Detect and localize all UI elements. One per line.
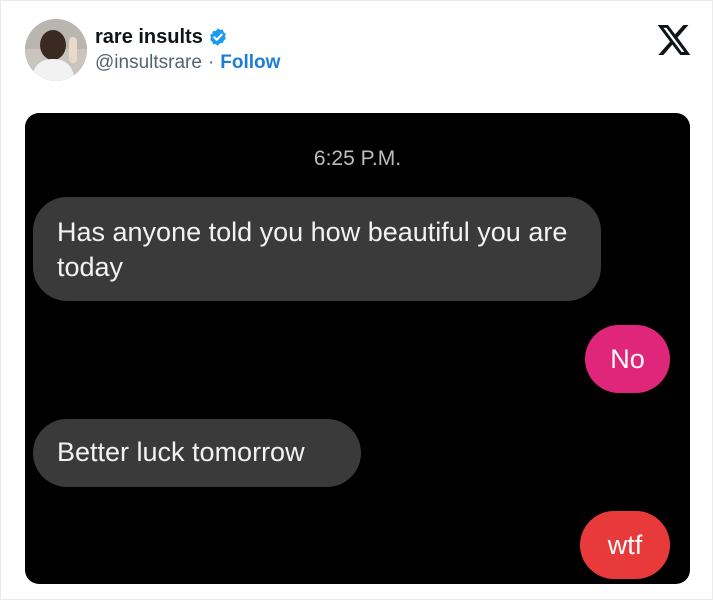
avatar-image	[25, 19, 87, 81]
follow-button[interactable]: Follow	[220, 52, 280, 74]
author-name[interactable]: rare insults	[95, 26, 203, 49]
incoming-message-bubble: Better luck tomorrow	[33, 419, 361, 487]
separator-dot: ·	[207, 52, 215, 73]
author-name-row: rare insults	[95, 24, 280, 50]
author-info: rare insults @insultsrare · Follow	[95, 24, 280, 76]
outgoing-message-bubble: wtf	[580, 511, 670, 579]
tweet-media-screenshot[interactable]: 6:25 P.M. Has anyone told you how beauti…	[25, 113, 690, 584]
incoming-message-bubble: Has anyone told you how beautiful you ar…	[33, 197, 601, 301]
tweet-card: rare insults @insultsrare · Follow 6:25 …	[0, 0, 713, 600]
tweet-footer-edge	[1, 591, 712, 599]
message-timestamp: 6:25 P.M.	[313, 147, 402, 170]
avatar[interactable]	[25, 19, 87, 81]
author-handle-row: @insultsrare · Follow	[95, 50, 280, 76]
x-logo-icon[interactable]	[657, 25, 691, 55]
outgoing-message-bubble: No	[585, 325, 670, 393]
author-handle[interactable]: @insultsrare	[95, 52, 202, 74]
verified-badge-icon	[209, 28, 226, 46]
tweet-header: rare insults @insultsrare · Follow	[25, 19, 280, 81]
